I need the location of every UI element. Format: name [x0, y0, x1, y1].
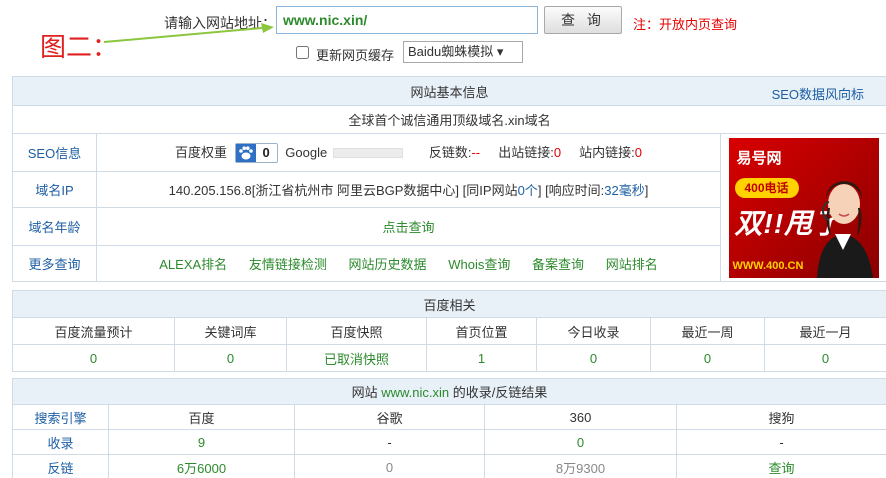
- query-button[interactable]: 查 询: [544, 6, 622, 34]
- today-indexed-header: 今日收录: [536, 317, 651, 345]
- ad-phone-badge: 400电话: [734, 177, 799, 198]
- same-ip-suffix: ]: [537, 183, 542, 198]
- whois-query-link[interactable]: Whois查询: [448, 257, 510, 272]
- index-results-table: 网站 www.nic.xin 的收录/反链结果 搜索引擎 百度 谷歌 360 搜…: [11, 378, 886, 478]
- seo-trend-link[interactable]: SEO数据风向标: [772, 84, 864, 103]
- domain-age-cell: 点击查询: [96, 207, 721, 246]
- spider-simulation-value: Baidu蜘蛛模拟 ▾: [408, 44, 504, 59]
- ad-url: WWW.400.CN: [732, 259, 804, 272]
- site-rank-link[interactable]: 网站排名: [606, 257, 658, 272]
- operator-person-icon: [816, 180, 873, 278]
- url-input-label: 请输入网站地址：: [164, 15, 276, 31]
- site-history-link[interactable]: 网站历史数据: [349, 257, 427, 272]
- basic-info-title-cell: 网站基本信息 SEO数据风向标: [11, 76, 886, 106]
- ad-banner[interactable]: 易号网 400电话 双!!甩了 WWW.400.CN: [728, 137, 879, 278]
- figure-annotation-label: 图二：: [40, 33, 119, 63]
- ip-location-text: 140.205.156.8[浙江省杭州市 阿里云BGP数据中心]: [168, 183, 460, 198]
- update-cache-checkbox[interactable]: [296, 46, 309, 59]
- index-title-prefix: 网站: [351, 385, 378, 400]
- baidu-paw-icon: [236, 144, 257, 163]
- basic-info-title: 网站基本信息: [410, 84, 489, 100]
- spider-simulation-select[interactable]: Baidu蜘蛛模拟 ▾: [403, 41, 523, 63]
- last-week-header: 最近一周: [650, 317, 765, 345]
- google-backlinks-value: 0: [294, 454, 485, 478]
- same-ip-prefix: [同IP网站: [462, 183, 518, 198]
- baidu-weight-value: 0: [262, 145, 270, 161]
- seo-info-label: SEO信息: [12, 133, 97, 172]
- homepage-position-value: 1: [426, 344, 537, 372]
- internal-links-label: 站内链接:: [579, 144, 635, 160]
- index-title-domain: www.nic.xin: [381, 385, 450, 400]
- basic-info-table: 网站基本信息 SEO数据风向标 全球首个诚信通用顶级域名.xin域名 SEO信息…: [11, 76, 886, 282]
- baidu-snapshot-value: 已取消快照: [286, 344, 427, 372]
- index-results-title: 网站 www.nic.xin 的收录/反链结果: [11, 378, 886, 405]
- index-title-suffix: 的收录/反链结果: [452, 385, 548, 400]
- last-month-header: 最近一月: [763, 317, 886, 345]
- backlinks-row-label: 反链: [12, 454, 109, 478]
- internal-links-value: 0: [634, 144, 642, 160]
- google-label: Google: [285, 144, 328, 160]
- today-indexed-value: 0: [536, 344, 651, 372]
- more-queries-label: 更多查询: [12, 245, 97, 282]
- icp-query-link[interactable]: 备案查询: [532, 257, 584, 272]
- sogou-backlinks-query-link[interactable]: 查询: [769, 461, 795, 476]
- response-time-prefix: [响应时间:: [545, 183, 605, 198]
- outbound-links-label: 出站链接:: [498, 144, 554, 160]
- domain-age-query-link[interactable]: 点击查询: [382, 220, 434, 235]
- baidu-header: 百度: [108, 404, 295, 430]
- site-description: 全球首个诚信通用顶级域名.xin域名: [11, 105, 886, 134]
- backlinks-label: 反链数:: [428, 144, 472, 160]
- search-engine-header: 搜索引擎: [12, 404, 109, 430]
- outbound-links-value: 0: [553, 144, 562, 160]
- url-input[interactable]: [276, 6, 538, 34]
- last-week-value: 0: [650, 344, 765, 372]
- last-month-value: 0: [763, 344, 886, 372]
- friend-link-check-link[interactable]: 友情链接检测: [249, 257, 327, 272]
- sogou-header: 搜狗: [675, 404, 886, 430]
- sogou-backlinks-cell: 查询: [675, 454, 886, 478]
- more-queries-cell: ALEXA排名 友情链接检测 网站历史数据 Whois查询 备案查询 网站排名: [96, 245, 721, 282]
- same-ip-count-link[interactable]: 0个: [518, 183, 538, 198]
- included-row-label: 收录: [12, 429, 109, 455]
- baidu-related-title: 百度相关: [11, 290, 886, 318]
- homepage-position-header: 首页位置: [426, 317, 537, 345]
- inner-page-note: 注：开放内页查询: [633, 17, 738, 32]
- response-time-value: 32毫秒: [604, 183, 645, 198]
- baidu-weight-label: 百度权重: [175, 144, 228, 160]
- so360-backlinks-value: 8万9300: [484, 454, 677, 478]
- domain-age-label: 域名年龄: [12, 207, 97, 246]
- sogou-included-value: -: [675, 429, 886, 455]
- baidu-traffic-value: 0: [12, 344, 175, 372]
- baidu-included-value: 9: [108, 429, 295, 455]
- domain-ip-label: 域名IP: [12, 171, 97, 208]
- keyword-library-header: 关键词库: [174, 317, 287, 345]
- update-cache-label: 更新网页缓存: [316, 48, 395, 63]
- domain-ip-cell: 140.205.156.8[浙江省杭州市 阿里云BGP数据中心] [同IP网站0…: [96, 171, 721, 208]
- alexa-rank-link[interactable]: ALEXA排名: [159, 257, 227, 272]
- ad-brand: 易号网: [736, 149, 782, 167]
- seo-info-cell: 百度权重 0 Google 反链数:-- 出站链接:0 站内链接:0: [96, 133, 721, 172]
- google-header: 谷歌: [294, 404, 485, 430]
- backlinks-value: --: [471, 144, 481, 160]
- baidu-snapshot-header: 百度快照: [286, 317, 427, 345]
- google-included-value: -: [294, 429, 485, 455]
- so360-included-value: 0: [484, 429, 677, 455]
- baidu-related-table: 百度相关 百度流量预计 关键词库 百度快照 首页位置 今日收录 最近一周 最近一…: [11, 290, 886, 372]
- baidu-traffic-header: 百度流量预计: [12, 317, 175, 345]
- baidu-backlinks-value: 6万6000: [108, 454, 295, 478]
- so360-header: 360: [484, 404, 677, 430]
- response-time-suffix: ]: [644, 183, 649, 198]
- google-pr-bar: [333, 148, 404, 159]
- keyword-library-value: 0: [174, 344, 287, 372]
- ad-cell: 易号网 400电话 双!!甩了 WWW.400.CN: [719, 133, 886, 282]
- baidu-weight-badge[interactable]: 0: [234, 143, 278, 164]
